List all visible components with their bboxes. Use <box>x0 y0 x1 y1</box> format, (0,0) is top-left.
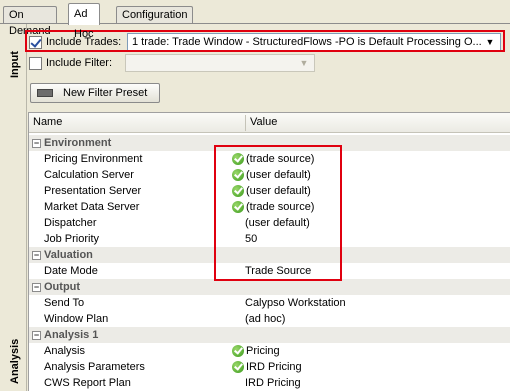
collapse-minus-icon[interactable]: − <box>32 331 41 340</box>
tab-configuration[interactable]: Configuration <box>116 6 194 24</box>
include-filter-row: Include Filter: <box>29 54 112 72</box>
check-ok-icon <box>232 185 244 197</box>
table-row-dispatcher[interactable]: Dispatcher (user default) <box>29 215 510 231</box>
row-name: Window Plan <box>44 313 109 325</box>
row-value[interactable]: (user default) <box>246 167 311 183</box>
check-ok-icon <box>232 345 244 357</box>
name-column-header[interactable]: Name <box>33 116 62 128</box>
section-valuation[interactable]: − Valuation <box>29 247 510 263</box>
include-trades-value: 1 trade: Trade Window - StructuredFlows … <box>132 36 482 48</box>
table-row-date-mode[interactable]: Date Mode Trade Source <box>29 263 510 279</box>
row-value[interactable]: (ad hoc) <box>245 311 285 327</box>
properties-table: Name Value − Environment Pricing Environ… <box>28 112 510 391</box>
tab-on-demand[interactable]: On Demand <box>3 6 57 37</box>
row-name: Analysis Parameters <box>44 361 145 373</box>
filter-preset-icon <box>37 89 53 97</box>
table-row-presentation-server[interactable]: Presentation Server (user default) <box>29 183 510 199</box>
row-value[interactable]: 50 <box>245 231 257 247</box>
table-row-calculation-server[interactable]: Calculation Server (user default) <box>29 167 510 183</box>
column-separator[interactable] <box>245 115 246 131</box>
collapse-minus-icon[interactable]: − <box>32 251 41 260</box>
side-divider <box>26 24 27 391</box>
table-header: Name Value <box>29 113 510 133</box>
check-ok-icon <box>232 361 244 373</box>
row-value[interactable]: IRD Pricing <box>246 359 302 375</box>
input-side-label: Input <box>9 51 21 78</box>
include-filter-checkbox[interactable] <box>29 56 42 70</box>
table-row-analysis-parameters[interactable]: Analysis Parameters IRD Pricing <box>29 359 510 375</box>
collapse-minus-icon[interactable]: − <box>32 283 41 292</box>
row-value[interactable]: Trade Source <box>245 263 311 279</box>
row-name: Job Priority <box>44 233 100 245</box>
check-ok-icon <box>232 201 244 213</box>
row-name: Send To <box>44 297 85 309</box>
tab-ad-hoc[interactable]: Ad Hoc <box>68 3 100 40</box>
row-name: Dispatcher <box>44 217 97 229</box>
row-value[interactable]: (user default) <box>245 215 310 231</box>
table-row-cws-report-plan[interactable]: CWS Report Plan IRD Pricing <box>29 375 510 391</box>
dropdown-arrow-icon[interactable]: ▼ <box>483 34 497 50</box>
section-output[interactable]: − Output <box>29 279 510 295</box>
row-value[interactable]: IRD Pricing <box>245 375 301 391</box>
include-filter-label: Include Filter: <box>46 57 113 69</box>
include-trades-select[interactable]: 1 trade: Trade Window - StructuredFlows … <box>127 33 501 51</box>
section-environment[interactable]: − Environment <box>29 135 510 151</box>
dropdown-arrow-icon[interactable]: ▼ <box>297 55 311 71</box>
collapse-minus-icon[interactable]: − <box>32 139 41 148</box>
section-label: Valuation <box>44 249 93 261</box>
row-value[interactable]: Pricing <box>246 343 280 359</box>
table-row-pricing-environment[interactable]: Pricing Environment (trade source) <box>29 151 510 167</box>
new-filter-preset-label: New Filter Preset <box>63 87 148 99</box>
check-ok-icon <box>232 153 244 165</box>
new-filter-preset-button[interactable]: New Filter Preset <box>30 83 160 103</box>
row-value[interactable]: Calypso Workstation <box>245 295 346 311</box>
table-row-market-data-server[interactable]: Market Data Server (trade source) <box>29 199 510 215</box>
row-value[interactable]: (user default) <box>246 183 311 199</box>
row-name: Presentation Server <box>44 185 142 197</box>
row-name: Date Mode <box>44 265 98 277</box>
row-name: Analysis <box>44 345 85 357</box>
row-name: Pricing Environment <box>44 153 143 165</box>
row-name: Market Data Server <box>44 201 140 213</box>
row-value[interactable]: (trade source) <box>246 199 314 215</box>
table-row-job-priority[interactable]: Job Priority 50 <box>29 231 510 247</box>
include-filter-select[interactable]: ▼ <box>125 54 315 72</box>
section-label: Output <box>44 281 81 293</box>
table-row-window-plan[interactable]: Window Plan (ad hoc) <box>29 311 510 327</box>
analysis-side-label: Analysis <box>9 338 21 384</box>
row-value[interactable]: (trade source) <box>246 151 314 167</box>
row-name: Calculation Server <box>44 169 134 181</box>
include-trades-checkbox[interactable] <box>29 35 42 49</box>
table-row-analysis[interactable]: Analysis Pricing <box>29 343 510 359</box>
row-name: CWS Report Plan <box>44 377 131 389</box>
section-label: Analysis 1 <box>44 329 99 341</box>
table-row-send-to[interactable]: Send To Calypso Workstation <box>29 295 510 311</box>
section-label: Environment <box>44 137 112 149</box>
section-analysis-1[interactable]: − Analysis 1 <box>29 327 510 343</box>
value-column-header[interactable]: Value <box>250 116 277 128</box>
check-ok-icon <box>232 169 244 181</box>
